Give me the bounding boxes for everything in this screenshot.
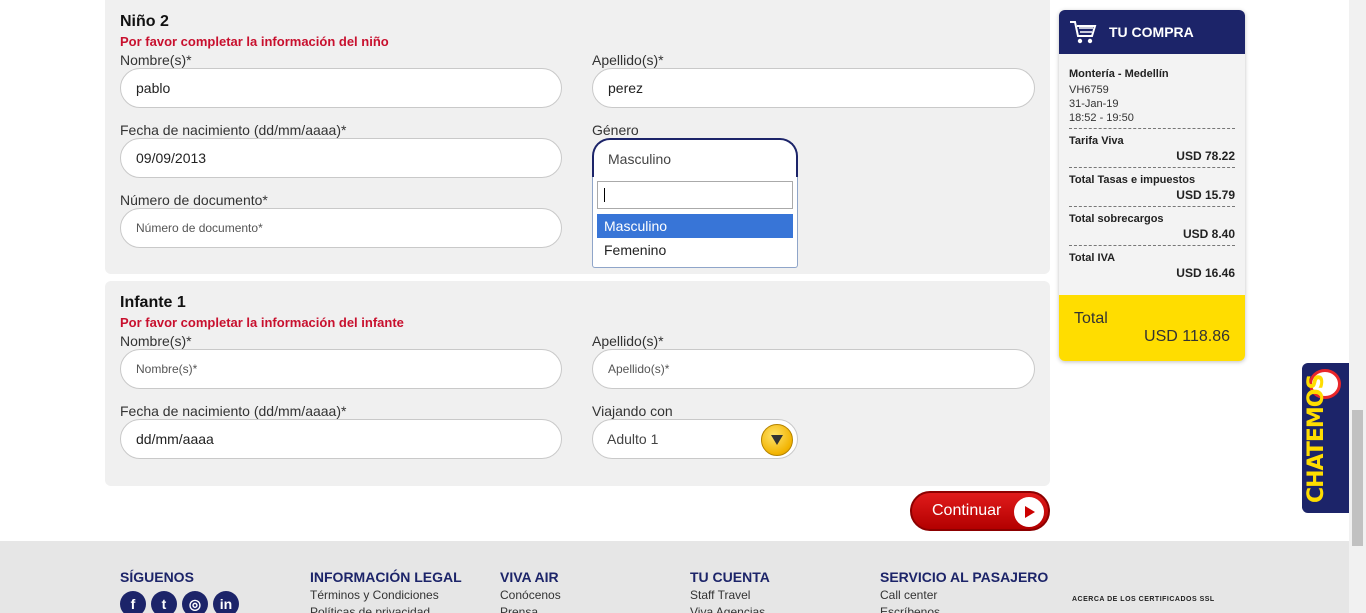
text-caret	[604, 188, 605, 202]
purchase-summary-panel: TU COMPRA Montería - Medellín VH6759 31-…	[1059, 10, 1245, 361]
footer-link-staff-travel[interactable]: Staff Travel	[690, 588, 770, 602]
facebook-icon[interactable]: f	[120, 591, 146, 613]
total-label: Total	[1074, 310, 1108, 327]
infant-last-name-input[interactable]: Apellido(s)*	[592, 349, 1035, 389]
infant-dob-input[interactable]: dd/mm/aaaa	[120, 419, 562, 459]
total-value: USD 118.86	[1144, 328, 1230, 345]
divider	[1069, 167, 1235, 168]
infant-warning-text: Por favor completar la información del i…	[120, 315, 404, 330]
child-first-name-label: Nombre(s)*	[120, 52, 192, 68]
fare-label: Tarifa Viva	[1069, 135, 1124, 147]
flight-route: Montería - Medellín	[1069, 68, 1169, 80]
flight-date: 31-Jan-19	[1069, 98, 1119, 110]
child-gender-label: Género	[592, 122, 639, 138]
gender-option-masculino[interactable]: Masculino	[597, 214, 793, 238]
child-document-label: Número de documento*	[120, 192, 268, 208]
surcharges-value: USD 8.40	[1182, 227, 1235, 241]
child-warning-text: Por favor completar la información del n…	[120, 34, 389, 49]
ssl-certificates-link[interactable]: ACERCA DE LOS CERTIFICADOS SSL	[1072, 596, 1215, 603]
infant-travel-with-label: Viajando con	[592, 403, 673, 419]
shopping-cart-icon	[1069, 18, 1097, 51]
infant-passenger-section: Infante 1 Por favor completar la informa…	[105, 281, 1050, 486]
child-passenger-section: Niño 2 Por favor completar la informació…	[105, 0, 1050, 274]
flight-number: VH6759	[1069, 84, 1109, 96]
footer-follow-column: SÍGUENOS f t ◎ in	[120, 569, 239, 613]
infant-travel-with-value: Adulto 1	[607, 431, 659, 447]
footer-service-title: SERVICIO AL PASAJERO	[880, 569, 1049, 585]
footer-link-press[interactable]: Prensa	[500, 605, 561, 613]
footer-vivaair-column: VIVA AIR Conócenos Prensa	[500, 569, 561, 613]
footer-legal-title: INFORMACIÓN LEGAL	[310, 569, 462, 585]
taxes-value: USD 15.79	[1176, 188, 1235, 202]
chat-tab-label: CHATEMOS	[1304, 374, 1329, 503]
footer-link-privacy[interactable]: Políticas de privacidad	[310, 605, 462, 613]
child-last-name-label: Apellido(s)*	[592, 52, 664, 68]
footer-vivaair-title: VIVA AIR	[500, 569, 559, 585]
iva-value: USD 16.46	[1176, 266, 1235, 280]
infant-first-name-input[interactable]: Nombre(s)*	[120, 349, 562, 389]
twitter-icon[interactable]: t	[151, 591, 177, 613]
infant-last-name-label: Apellido(s)*	[592, 333, 664, 349]
continue-button[interactable]: Continuar	[910, 491, 1050, 531]
infant-section-title: Infante 1	[120, 294, 186, 311]
divider	[1069, 206, 1235, 207]
divider	[1069, 245, 1235, 246]
footer-account-column: TU CUENTA Staff Travel Viva Agencias	[690, 569, 770, 613]
taxes-label: Total Tasas e impuestos	[1069, 174, 1196, 186]
child-section-title: Niño 2	[120, 13, 169, 30]
social-links: f t ◎ in	[120, 591, 239, 613]
fare-value: USD 78.22	[1176, 149, 1235, 163]
infant-travel-with-select[interactable]: Adulto 1	[592, 419, 798, 459]
child-gender-select[interactable]: Masculino	[592, 138, 798, 178]
footer-service-column: SERVICIO AL PASAJERO Call center Escríbe…	[880, 569, 1048, 613]
child-last-name-input[interactable]: perez	[592, 68, 1035, 108]
purchase-summary-header: TU COMPRA	[1059, 10, 1245, 54]
purchase-total: Total USD 118.86	[1059, 295, 1245, 361]
page-scrollbar[interactable]	[1349, 0, 1366, 613]
gender-option-femenino[interactable]: Femenino	[597, 238, 793, 262]
infant-first-name-label: Nombre(s)*	[120, 333, 192, 349]
continue-button-label: Continuar	[932, 502, 1002, 519]
child-dob-label: Fecha de nacimiento (dd/mm/aaaa)*	[120, 122, 347, 138]
footer-link-agencies[interactable]: Viva Agencias	[690, 605, 770, 613]
chevron-down-icon[interactable]	[761, 424, 793, 456]
child-document-input[interactable]: Número de documento*	[120, 208, 562, 248]
child-gender-selected-value: Masculino	[608, 151, 672, 167]
chat-tab[interactable]: CHATEMOS	[1302, 363, 1349, 513]
surcharges-label: Total sobrecargos	[1069, 213, 1164, 225]
gender-dropdown: Masculino Femenino	[592, 177, 798, 268]
page: Niño 2 Por favor completar la informació…	[0, 0, 1366, 613]
footer-legal-column: INFORMACIÓN LEGAL Términos y Condiciones…	[310, 569, 462, 613]
footer-account-title: TU CUENTA	[690, 569, 770, 585]
divider	[1069, 128, 1235, 129]
iva-label: Total IVA	[1069, 252, 1116, 264]
footer-link-about[interactable]: Conócenos	[500, 588, 561, 602]
infant-dob-label: Fecha de nacimiento (dd/mm/aaaa)*	[120, 403, 347, 419]
footer-link-write-us[interactable]: Escríbenos	[880, 605, 1048, 613]
child-dob-input[interactable]: 09/09/2013	[120, 138, 562, 178]
instagram-icon[interactable]: ◎	[182, 591, 208, 613]
footer-link-call-center[interactable]: Call center	[880, 588, 1048, 602]
scrollbar-thumb[interactable]	[1352, 410, 1363, 546]
footer: SÍGUENOS f t ◎ in INFORMACIÓN LEGAL Térm…	[0, 541, 1349, 613]
play-arrow-icon	[1014, 497, 1044, 527]
footer-link-terms[interactable]: Términos y Condiciones	[310, 588, 462, 602]
flight-time: 18:52 - 19:50	[1069, 112, 1134, 124]
footer-follow-title: SÍGUENOS	[120, 569, 194, 585]
linkedin-icon[interactable]: in	[213, 591, 239, 613]
gender-dropdown-search-input[interactable]	[597, 181, 793, 209]
child-first-name-input[interactable]: pablo	[120, 68, 562, 108]
purchase-summary-title: TU COMPRA	[1109, 24, 1194, 40]
